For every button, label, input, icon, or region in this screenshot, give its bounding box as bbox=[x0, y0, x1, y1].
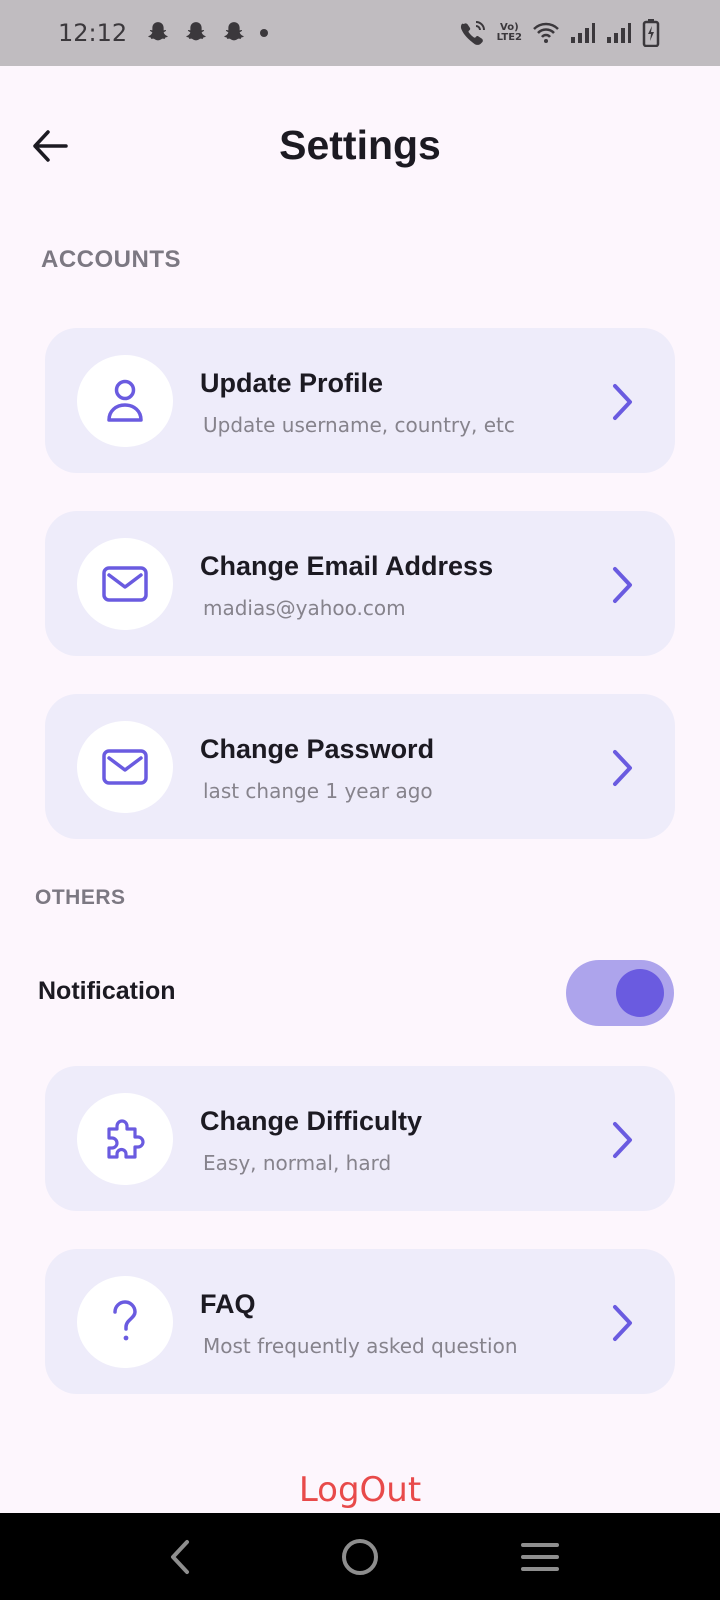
snapchat-icon bbox=[145, 20, 171, 46]
change-password-item[interactable]: Change Password last change 1 year ago bbox=[45, 694, 675, 839]
status-bar: 12:12 Vo) LTE2 bbox=[0, 0, 720, 66]
nav-recents-button[interactable] bbox=[510, 1533, 570, 1581]
battery-charging-icon bbox=[642, 19, 660, 47]
snapchat-icon bbox=[183, 20, 209, 46]
section-label-accounts: ACCOUNTS bbox=[41, 246, 181, 273]
item-title: FAQ bbox=[200, 1289, 256, 1319]
item-subtitle: last change 1 year ago bbox=[203, 779, 433, 803]
notification-row: Notification bbox=[0, 955, 720, 1031]
item-title: Change Email Address bbox=[200, 551, 494, 581]
change-email-item[interactable]: Change Email Address madias@yahoo.com bbox=[45, 511, 675, 656]
icon-circle bbox=[77, 1276, 173, 1368]
logout-button[interactable]: LogOut bbox=[0, 1470, 720, 1510]
puzzle-icon bbox=[107, 1119, 145, 1159]
nav-back-button[interactable] bbox=[150, 1533, 210, 1581]
icon-circle bbox=[77, 1093, 173, 1185]
snapchat-icon bbox=[221, 20, 247, 46]
wifi-icon bbox=[532, 21, 560, 45]
home-circle-icon bbox=[342, 1539, 378, 1575]
chevron-right-icon bbox=[607, 563, 637, 607]
toggle-knob bbox=[616, 969, 664, 1017]
icon-circle bbox=[77, 355, 173, 447]
user-icon bbox=[107, 379, 143, 422]
icon-circle bbox=[77, 538, 173, 630]
notification-toggle[interactable] bbox=[566, 960, 674, 1026]
chevron-right-icon bbox=[607, 1118, 637, 1162]
page-title: Settings bbox=[279, 122, 441, 168]
status-time: 12:12 bbox=[58, 19, 128, 47]
item-title: Change Difficulty bbox=[200, 1106, 423, 1136]
item-subtitle: Most frequently asked question bbox=[203, 1334, 518, 1358]
icon-circle bbox=[77, 721, 173, 813]
signal-icon bbox=[606, 21, 632, 45]
volte-indicator: Vo) LTE2 bbox=[497, 23, 522, 43]
chevron-right-icon bbox=[607, 746, 637, 790]
status-left: 12:12 bbox=[58, 19, 269, 47]
question-icon bbox=[113, 1300, 137, 1341]
item-subtitle: Easy, normal, hard bbox=[203, 1151, 392, 1175]
notification-label: Notification bbox=[38, 977, 176, 1005]
status-right: Vo) LTE2 bbox=[459, 19, 660, 47]
item-title: Change Password bbox=[200, 734, 435, 764]
signal-icon bbox=[570, 21, 596, 45]
chevron-right-icon bbox=[607, 1301, 637, 1345]
update-profile-item[interactable]: Update Profile Update username, country,… bbox=[45, 328, 675, 473]
menu-icon bbox=[521, 1543, 559, 1571]
chevron-right-icon bbox=[607, 380, 637, 424]
app-header: Settings bbox=[0, 66, 720, 231]
chevron-left-icon bbox=[171, 1540, 189, 1574]
section-label-others: OTHERS bbox=[35, 886, 126, 909]
change-difficulty-item[interactable]: Change Difficulty Easy, normal, hard bbox=[45, 1066, 675, 1211]
nav-home-button[interactable] bbox=[330, 1533, 390, 1581]
item-title: Update Profile bbox=[200, 368, 384, 398]
mail-icon bbox=[102, 566, 148, 602]
volte-line-2: LTE2 bbox=[496, 32, 522, 43]
wifi-call-icon bbox=[459, 20, 487, 46]
notification-dot-icon bbox=[259, 28, 269, 38]
system-nav-bar bbox=[0, 1513, 720, 1600]
item-subtitle: madias@yahoo.com bbox=[203, 596, 406, 620]
item-subtitle: Update username, country, etc bbox=[203, 413, 515, 437]
mail-icon bbox=[102, 749, 148, 785]
faq-item[interactable]: FAQ Most frequently asked question bbox=[45, 1249, 675, 1394]
